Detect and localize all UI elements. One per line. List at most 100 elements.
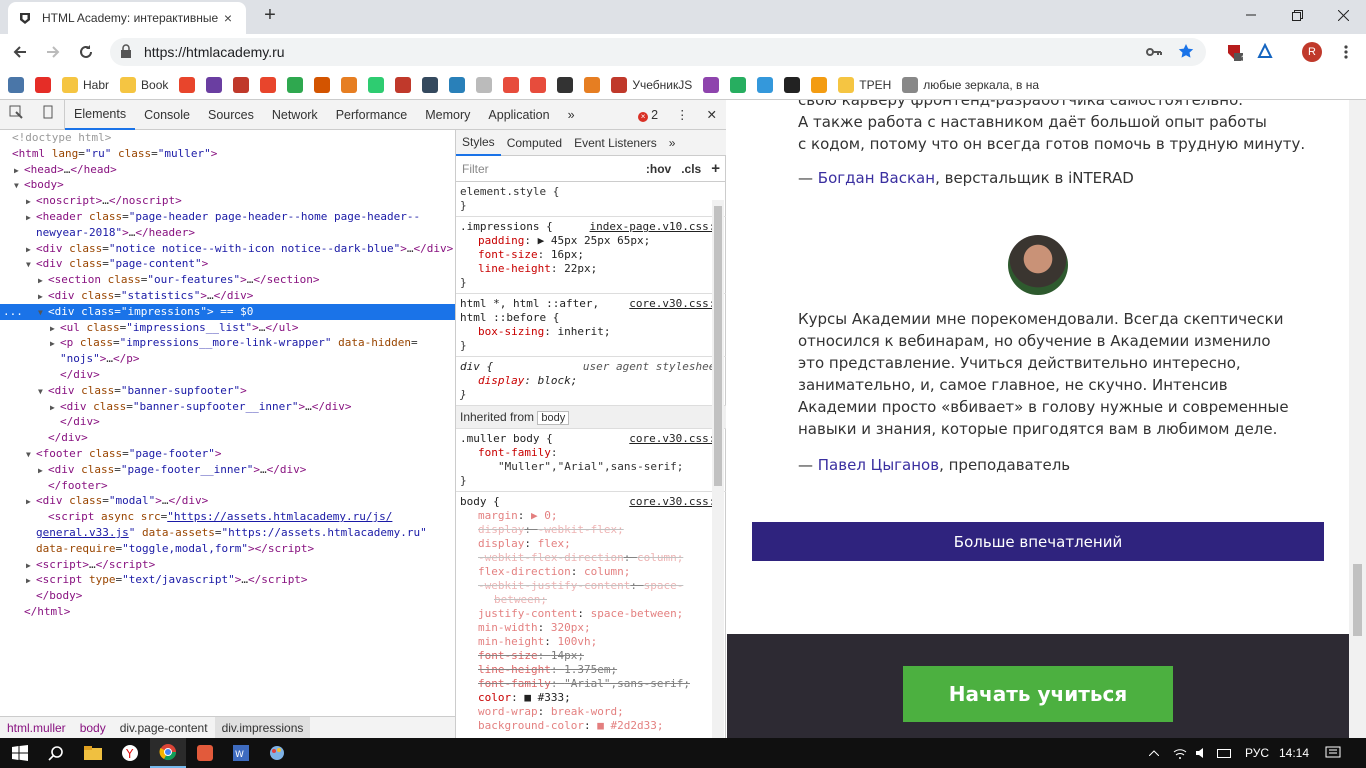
network-icon[interactable] [1170,738,1190,768]
writer-icon[interactable]: W [226,738,256,768]
bookmark-item[interactable] [584,73,601,97]
page-scrollbar[interactable] [1349,100,1366,738]
css-property[interactable]: -webkit-flex-direction: column; [460,551,722,565]
styles-scrollbar[interactable] [712,200,724,738]
bookmark-item[interactable]: любые зеркала, в на [902,73,1039,97]
css-property[interactable]: display: block; [460,374,722,388]
css-property[interactable]: line-height: 1.375em; [460,663,722,677]
css-property[interactable]: min-width: 320px; [460,621,722,635]
rule-source-link[interactable]: core.v30.css:1 [629,297,722,311]
bookmark-item[interactable] [422,73,439,97]
expand-arrow-icon[interactable]: ▶ [26,573,36,589]
bookmark-item[interactable] [341,73,358,97]
tray-chevron-icon[interactable] [1144,738,1164,768]
bookmark-item[interactable] [530,73,547,97]
key-icon[interactable] [1146,45,1162,62]
breadcrumb-item[interactable]: div.page-content [113,717,215,739]
chrome-icon[interactable] [150,738,186,768]
file-explorer-icon[interactable] [78,738,108,768]
expand-arrow-icon[interactable]: ▶ [50,321,60,337]
dom-node-line[interactable]: </footer> [0,478,455,494]
styles-filter-input[interactable]: Filter [462,162,636,176]
bookmark-item[interactable] [35,73,51,97]
breadcrumb-item[interactable]: div.impressions [214,716,311,739]
styles-more-tabs-icon[interactable]: » [663,130,682,156]
bookmark-item[interactable] [449,73,466,97]
css-property[interactable]: font-family: [460,446,722,460]
css-property[interactable]: font-size: 16px; [460,248,722,262]
dom-node-line[interactable]: ▼ <footer class="page-footer"> [0,446,455,462]
expand-arrow-icon[interactable]: ▶ [26,558,36,574]
dom-node-line[interactable]: newyear-2018">…</header> [0,225,455,241]
expand-arrow-icon[interactable]: ▶ [26,494,36,510]
expand-arrow-icon[interactable]: ▼ [38,384,48,400]
css-property[interactable]: padding: ▶ 45px 25px 65px; [460,234,722,248]
devtools-menu-icon[interactable]: ⋮ [667,100,698,130]
css-property[interactable]: display: flex; [460,537,722,551]
bookmark-item[interactable] [557,73,574,97]
dom-node-line[interactable]: ▼ <div class="banner-supfooter"> [0,383,455,399]
error-counter[interactable]: × 2 [629,100,667,130]
bookmark-item[interactable] [811,73,828,97]
css-property[interactable]: display: -webkit-flex; [460,523,722,537]
bookmark-item[interactable] [730,73,747,97]
inspect-element-icon[interactable] [0,100,32,130]
div-ua-rule[interactable]: user agent stylesheet div { display: blo… [456,357,726,406]
page-scroll-thumb[interactable] [1353,564,1362,636]
start-learning-button[interactable]: Начать учиться [903,666,1173,722]
bookmark-item[interactable] [314,73,331,97]
css-property[interactable]: background-color: ■ #2d2d33; [460,719,722,733]
dom-node-line[interactable]: </html> [0,604,455,620]
breadcrumb-item[interactable]: body [73,717,113,739]
devtools-close-icon[interactable]: ✕ [698,100,726,130]
expand-arrow-icon[interactable]: ▶ [26,194,36,210]
expand-arrow-icon[interactable]: ▼ [38,305,48,321]
windows-start-icon[interactable] [0,738,40,768]
devtools-tab-sources[interactable]: Sources [199,100,263,130]
expand-arrow-icon[interactable]: ▶ [38,273,48,289]
dom-node-line[interactable]: ▶ <ul class="impressions__list">…</ul> [0,320,455,336]
profile-avatar[interactable]: R [1300,40,1324,64]
bookmark-item[interactable]: УчебникJS [611,73,692,97]
bookmark-item[interactable] [395,73,412,97]
yandex-browser-icon[interactable]: Y [115,738,145,768]
dom-node-line[interactable]: general.v33.js" data-assets="https://ass… [0,525,455,541]
hov-toggle[interactable]: :hov [646,162,671,176]
dom-node-line[interactable]: </div> [0,414,455,430]
css-property[interactable]: box-sizing: inherit; [460,325,722,339]
author-name-link[interactable]: Павел Цыганов [818,456,939,474]
devtools-tab-elements[interactable]: Elements [65,100,136,130]
css-property[interactable]: line-height: 22px; [460,262,722,276]
bookmark-item[interactable] [784,73,801,97]
css-property[interactable]: font-size: 14px; [460,649,722,663]
bookmark-item[interactable] [368,73,385,97]
notifications-icon[interactable] [1318,738,1348,768]
dom-node-line[interactable]: ▶ <script type="text/javascript">…</scrip… [0,572,455,588]
devtools-tab-network[interactable]: Network [263,100,327,130]
css-property[interactable]: min-height: 100vh; [460,635,722,649]
css-property[interactable]: between; [460,593,722,607]
forward-arrow-icon[interactable] [41,40,65,64]
bookmark-item[interactable] [757,73,774,97]
html-universal-rule[interactable]: core.v30.css:1 html *, html ::after, htm… [456,294,726,357]
impressions-rule[interactable]: index-page.v10.css:1 .impressions { padd… [456,217,726,294]
dom-node-line[interactable]: <html lang="ru" class="muller"> [0,146,455,162]
bookmark-item[interactable] [8,73,24,97]
body-rule[interactable]: core.v30.css:1 body { margin: ▶ 0; displa… [456,492,726,736]
back-arrow-icon[interactable] [8,40,32,64]
language-indicator[interactable]: РУС [1240,738,1274,768]
menu-dots-icon[interactable] [1334,40,1358,64]
dom-node-line[interactable]: ▶ <script>…</script> [0,557,455,573]
expand-arrow-icon[interactable]: ▶ [26,242,36,258]
bookmark-item[interactable] [206,73,223,97]
close-window-icon[interactable] [1320,0,1366,30]
expand-arrow-icon[interactable]: ▼ [26,447,36,463]
bookmark-item[interactable] [476,73,493,97]
dom-node-line[interactable]: </div> [0,367,455,383]
bookmark-item[interactable] [287,73,304,97]
expand-arrow-icon[interactable]: ▶ [38,289,48,305]
devtools-tab-application[interactable]: Application [479,100,558,130]
dom-node-line[interactable]: <script async src="https://assets.htmlac… [0,509,455,525]
tab-close-icon[interactable]: × [220,10,236,26]
expand-arrow-icon[interactable]: ▶ [26,210,36,226]
